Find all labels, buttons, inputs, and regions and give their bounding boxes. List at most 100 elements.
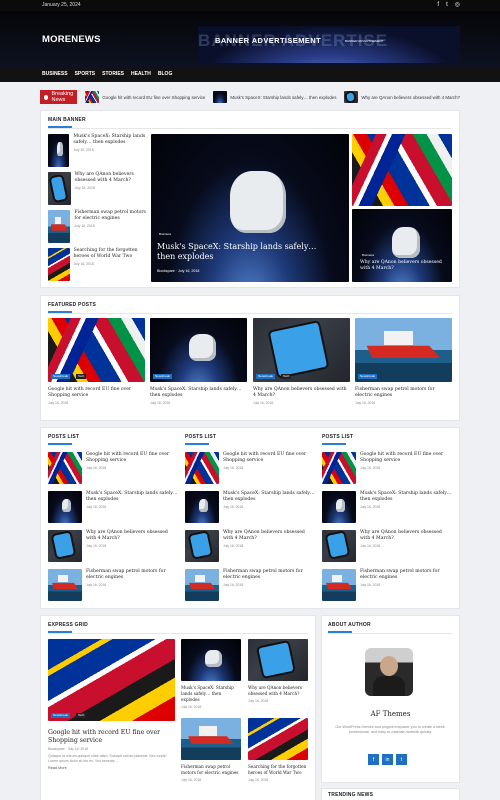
post-title[interactable]: Why are QAnon believers obsessed with 4 … [248,685,308,697]
post-excerpt: Quisque id rutrum quisque vitae diam. Su… [48,754,167,763]
featured-card[interactable]: Newsbreak Musk's SpaceX: Starship lands … [150,318,247,405]
post-thumbnail [185,569,219,601]
twitter-icon[interactable]: t [396,754,407,765]
nav-health[interactable]: HEALTH [131,67,151,82]
post-date: July 16, 2018 [86,505,107,509]
post-title[interactable]: Google hit with record EU fine over Shop… [48,387,145,399]
express-big-card[interactable]: Newsbreak Tech Google hit with record EU … [48,639,175,770]
post-title[interactable]: Google hit with record EU fine over Shop… [48,729,175,745]
post-title[interactable]: Searching for the forgotten heroes of Wo… [248,764,308,776]
post-thumbnail [185,452,219,484]
list-item[interactable]: Google hit with record EU fine over Shop… [322,452,452,486]
list-item[interactable]: Fisherman swap petrol motors for electri… [185,569,315,603]
main-feature-card[interactable]: Business Musk's SpaceX: Starship lands s… [151,134,349,282]
nav-blog[interactable]: BLOG [158,67,172,82]
list-item[interactable]: Musk's SpaceX: Starship lands safely… th… [322,491,452,525]
facebook-icon[interactable]: f [437,0,439,11]
post-date: July 16, 2018 [360,544,381,548]
post-title[interactable]: Google hit with record EU fine over Shop… [86,452,178,464]
avatar [365,648,413,696]
post-title[interactable]: Fisherman swap petrol motors for electri… [223,569,315,581]
banner-advertisement[interactable]: BANNER ADVERTISE BANNER ADVERTISEMENT BA… [198,26,460,63]
site-logo[interactable]: MORENEWS [42,34,101,45]
post-title[interactable]: Fisherman swap petrol motors for electri… [355,387,452,399]
read-more-link[interactable]: Read More [48,766,175,770]
category-tag[interactable]: Business [157,232,173,237]
post-title[interactable]: Fisherman swap petrol motors for electri… [181,764,241,776]
side-top-image[interactable] [352,134,452,206]
post-date: July 16, 2018 [86,583,107,587]
post-thumbnail [248,718,308,760]
list-item[interactable]: Google hit with record EU fine over Shop… [48,452,178,486]
list-item[interactable]: Why are QAnon believers obsessed with 4 … [185,530,315,564]
site-header: MORENEWS BANNER ADVERTISE BANNER ADVERTI… [0,11,500,67]
post-title[interactable]: Why are QAnon believers obsessed with 4 … [223,530,315,542]
nav-sports[interactable]: SPORTS [75,67,96,82]
facebook-icon[interactable]: f [368,754,379,765]
ticker-item[interactable]: Musk's SpaceX: Starship lands safely… th… [213,91,336,103]
post-title[interactable]: Google hit with record EU fine over Shop… [360,452,452,464]
list-item[interactable]: Musk's SpaceX: Starship lands safely… th… [185,491,315,525]
list-item[interactable]: Musk's SpaceX: Starship lands safely… th… [48,134,148,168]
post-title[interactable]: Google hit with record EU fine over Shop… [223,452,315,464]
author-socials: f in t [368,754,407,765]
post-thumbnail: Newsbreak [355,318,452,382]
post-title[interactable]: Why are QAnon believers obsessed with 4 … [86,530,178,542]
post-date: July 16, 2018 [181,778,202,782]
nav-stories[interactable]: STORIES [102,67,124,82]
post-thumbnail [181,639,241,681]
list-item[interactable]: Fisherman swap petrol motors for electri… [322,569,452,603]
post-date: July 16, 2018 [73,148,94,152]
ticker-item[interactable]: Why are QAnon believers obsessed with 4 … [344,91,460,103]
express-small-card[interactable]: Fisherman swap petrol motors for electri… [181,718,241,782]
list-item[interactable]: Why are QAnon believers obsessed with 4 … [48,530,178,564]
express-small-card[interactable]: Why are QAnon believers obsessed with 4 … [248,639,308,703]
twitter-icon[interactable]: t [446,0,448,11]
list-item[interactable]: Fisherman swap petrol motors for electri… [48,210,148,244]
post-title[interactable]: Musk's SpaceX: Starship lands safely… th… [181,685,241,703]
post-title[interactable]: Why are QAnon believers obsessed with 4 … [360,530,452,542]
featured-card[interactable]: Newsbreak Tech Why are QAnon believers ob… [253,318,350,405]
post-title[interactable]: Searching for the forgotten heroes of Wo… [74,248,148,260]
post-title[interactable]: Why are QAnon believers obsessed with 4 … [253,387,350,399]
post-title[interactable]: Musk's SpaceX: Starship lands safely… th… [223,491,315,503]
list-item[interactable]: Fisherman swap petrol motors for electri… [48,569,178,603]
list-item[interactable]: Searching for the forgotten heroes of Wo… [48,248,148,282]
featured-card[interactable]: Newsbreak Fisherman swap petrol motors f… [355,318,452,405]
post-title[interactable]: Why are QAnon believers obsessed with 4 … [75,172,148,184]
list-item[interactable]: Google hit with record EU fine over Shop… [185,452,315,486]
post-title[interactable]: Fisherman swap petrol motors for electri… [360,569,452,581]
list-item[interactable]: Why are QAnon believers obsessed with 4 … [322,530,452,564]
post-title[interactable]: Musk's SpaceX: Starship lands safely… th… [86,491,178,503]
divider [48,633,308,634]
post-thumbnail: Newsbreak [150,318,247,382]
express-small-card[interactable]: Musk's SpaceX: Starship lands safely… th… [181,639,241,709]
post-thumbnail [322,530,356,562]
post-title[interactable]: Musk's SpaceX: Starship lands safely… th… [150,387,247,399]
list-item[interactable]: Why are QAnon believers obsessed with 4 … [48,172,148,206]
section-heading: POSTS LIST [185,434,217,445]
post-thumbnail [48,134,70,167]
divider [48,128,452,129]
post-title[interactable]: Fisherman swap petrol motors for electri… [74,210,148,222]
instagram-icon[interactable]: ◎ [455,0,460,11]
side-card-title[interactable]: Why are QAnon believers obsessed with 4 … [360,260,446,272]
featured-card[interactable]: Newsbreak Tech Google hit with record EU … [48,318,145,405]
post-title[interactable]: Fisherman swap petrol motors for electri… [86,569,178,581]
current-date: January 25, 2024 [42,2,81,8]
author-name: AF Themes [370,710,411,718]
list-item[interactable]: Musk's SpaceX: Starship lands safely… th… [48,491,178,525]
post-thumbnail [322,491,356,523]
side-bottom-card[interactable]: Business Why are QAnon believers obsesse… [352,209,452,282]
nav-business[interactable]: BUSINESS [42,67,68,82]
linkedin-icon[interactable]: in [382,754,393,765]
post-title[interactable]: Musk's SpaceX: Starship lands safely… th… [73,134,148,146]
post-title[interactable]: Musk's SpaceX: Starship lands safely… th… [360,491,452,503]
post-date: July 16, 2018 [181,705,202,709]
ticker-item[interactable]: Google hit with record EU fine over Shop… [85,91,205,103]
category-tag[interactable]: Business [360,253,376,258]
post-thumbnail [48,210,71,243]
express-small-card[interactable]: Searching for the forgotten heroes of Wo… [248,718,308,782]
post-thumbnail [48,172,71,205]
feature-title[interactable]: Musk's SpaceX: Starship lands safely… th… [157,242,337,262]
